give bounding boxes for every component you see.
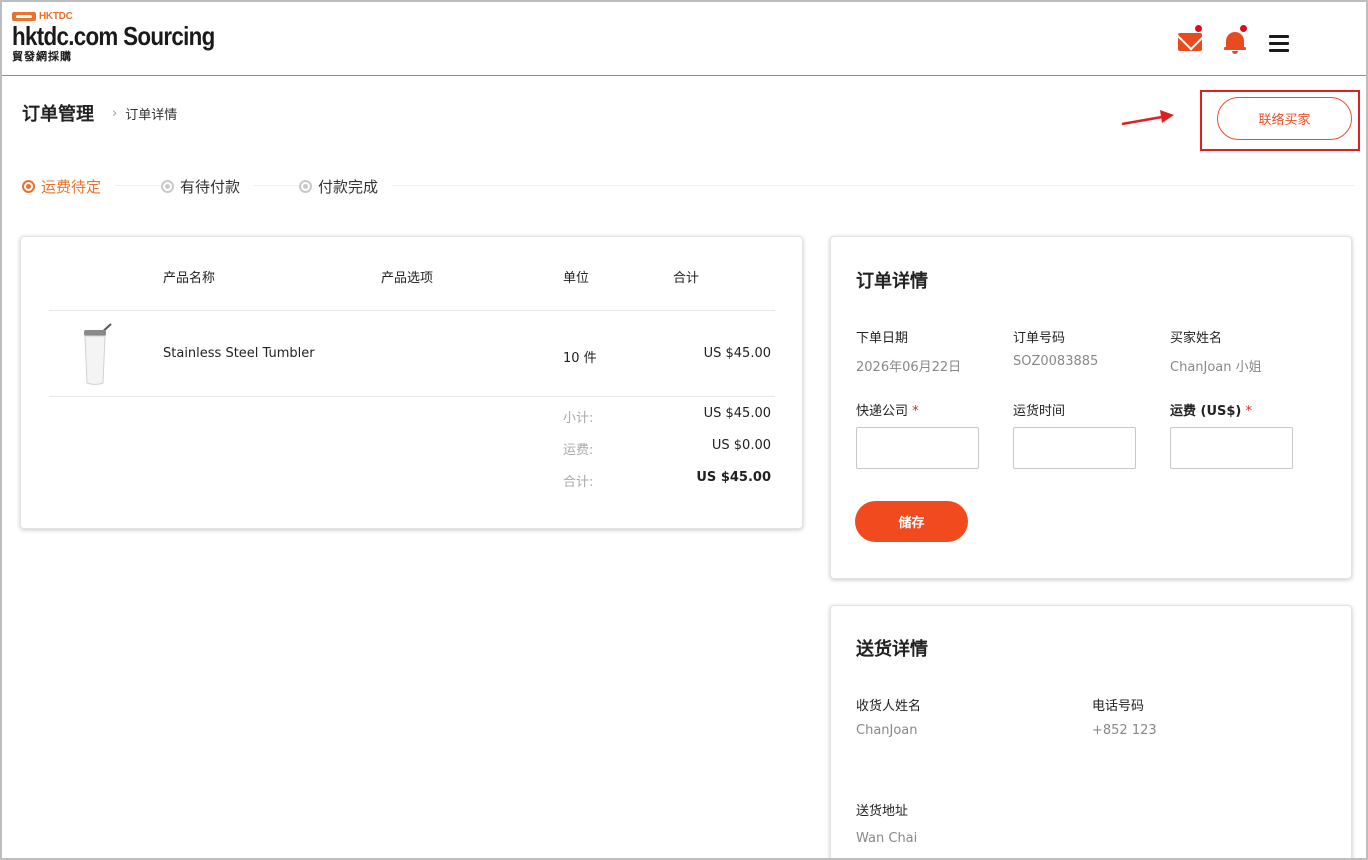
page-frame: HKTDC hktdc.com Sourcing 貿發網採購 订单管理 › 订单… — [0, 0, 1368, 860]
phone-value: +852 123 — [1092, 723, 1157, 738]
buyer-name-value: ChanJoan 小姐 — [1170, 360, 1262, 375]
product-total: US $45.00 — [703, 346, 771, 361]
product-summary-card: 产品名称 产品选项 单位 合计 Stainless Steel Tumbler … — [20, 236, 803, 529]
table-row-divider — [49, 396, 775, 397]
save-button[interactable]: 储存 — [855, 501, 968, 542]
table-header-divider — [157, 310, 775, 311]
freight-input[interactable] — [1170, 427, 1293, 469]
step-radio-icon — [161, 180, 174, 193]
shipping-fee-value: US $0.00 — [711, 438, 771, 453]
grand-total-label: 合计: — [563, 475, 594, 490]
shipping-detail-title: 送货详情 — [856, 639, 928, 660]
header-product-options: 产品选项 — [381, 271, 434, 286]
required-mark: * — [1245, 404, 1253, 419]
logo-sub-text: 貿發網採購 — [12, 50, 72, 63]
required-mark: * — [912, 404, 919, 419]
table-header-divider — [49, 310, 157, 311]
buyer-name-label: 买家姓名 — [1170, 331, 1223, 346]
hktdc-logo-mark — [12, 11, 36, 21]
hamburger-menu-icon[interactable] — [1269, 35, 1289, 53]
order-detail-card: 订单详情 下单日期 2026年06月22日 订单号码 SOZ0083885 买家… — [830, 236, 1352, 579]
step-radio-icon — [299, 180, 312, 193]
order-date-label: 下单日期 — [856, 331, 909, 346]
order-number-value: SOZ0083885 — [1013, 354, 1099, 369]
order-date-value: 2026年06月22日 — [856, 360, 962, 375]
order-progress-steps: 运费待定 有待付款 付款完成 — [22, 172, 1354, 202]
order-number-label: 订单号码 — [1013, 331, 1066, 346]
hktdc-logo[interactable]: HKTDC hktdc.com Sourcing 貿發網採購 — [12, 10, 248, 63]
freight-label-text: 运费 (US$) — [1170, 404, 1242, 419]
logo-main-text: hktdc.com Sourcing — [12, 21, 215, 51]
breadcrumb-order-detail: 订单详情 — [125, 107, 178, 123]
tumbler-product-image — [84, 323, 112, 385]
step-active-radio-icon — [22, 180, 35, 193]
mail-icon[interactable] — [1178, 33, 1202, 51]
order-detail-title: 订单详情 — [856, 271, 928, 292]
step-awaiting-payment: 有待付款 — [161, 176, 255, 197]
subtotal-label: 小计: — [563, 411, 594, 426]
address-value: Wan Chai — [856, 831, 918, 846]
bell-icon[interactable] — [1224, 30, 1246, 54]
ship-time-input[interactable] — [1013, 427, 1136, 469]
header-total: 合计 — [673, 271, 700, 286]
freight-label: 运费 (US$) * — [1170, 400, 1252, 419]
shipping-fee-label: 运费: — [563, 443, 594, 458]
phone-label: 电话号码 — [1092, 699, 1145, 714]
step-label: 运费待定 — [41, 178, 102, 196]
step-label: 有待付款 — [180, 178, 241, 196]
logo-small-text: HKTDC — [39, 10, 73, 22]
breadcrumb-order-management[interactable]: 订单管理 — [22, 100, 94, 126]
recipient-label: 收货人姓名 — [856, 699, 922, 714]
ship-time-label: 运货时间 — [1013, 404, 1066, 419]
recipient-value: ChanJoan — [856, 723, 918, 738]
grand-total-value: US $45.00 — [696, 470, 771, 485]
mail-notification-dot — [1194, 24, 1203, 33]
subtotal-value: US $45.00 — [703, 406, 771, 421]
header-unit: 单位 — [563, 271, 590, 286]
header-product-name: 产品名称 — [163, 271, 216, 286]
bell-notification-dot — [1239, 24, 1248, 33]
contact-buyer-highlight: 联络买家 — [1200, 90, 1360, 151]
step-payment-complete: 付款完成 — [299, 176, 393, 197]
product-unit: 10 件 — [563, 351, 597, 366]
annotation-arrow-icon — [1121, 110, 1174, 126]
address-label: 送货地址 — [856, 804, 909, 819]
step-shipping-pending: 运费待定 — [22, 176, 116, 197]
product-name[interactable]: Stainless Steel Tumbler — [163, 346, 315, 361]
courier-label-text: 快递公司 — [856, 404, 909, 419]
chevron-right-icon: › — [112, 105, 118, 121]
shipping-detail-card: 送货详情 收货人姓名 ChanJoan 电话号码 +852 123 送货地址 W… — [830, 605, 1352, 858]
step-label: 付款完成 — [318, 178, 379, 196]
courier-input[interactable] — [856, 427, 979, 469]
site-header: HKTDC hktdc.com Sourcing 貿發網採購 — [2, 2, 1366, 76]
contact-buyer-button[interactable]: 联络买家 — [1217, 97, 1352, 140]
breadcrumb: 订单管理 › 订单详情 — [22, 100, 177, 126]
courier-label: 快递公司 * — [856, 400, 919, 419]
